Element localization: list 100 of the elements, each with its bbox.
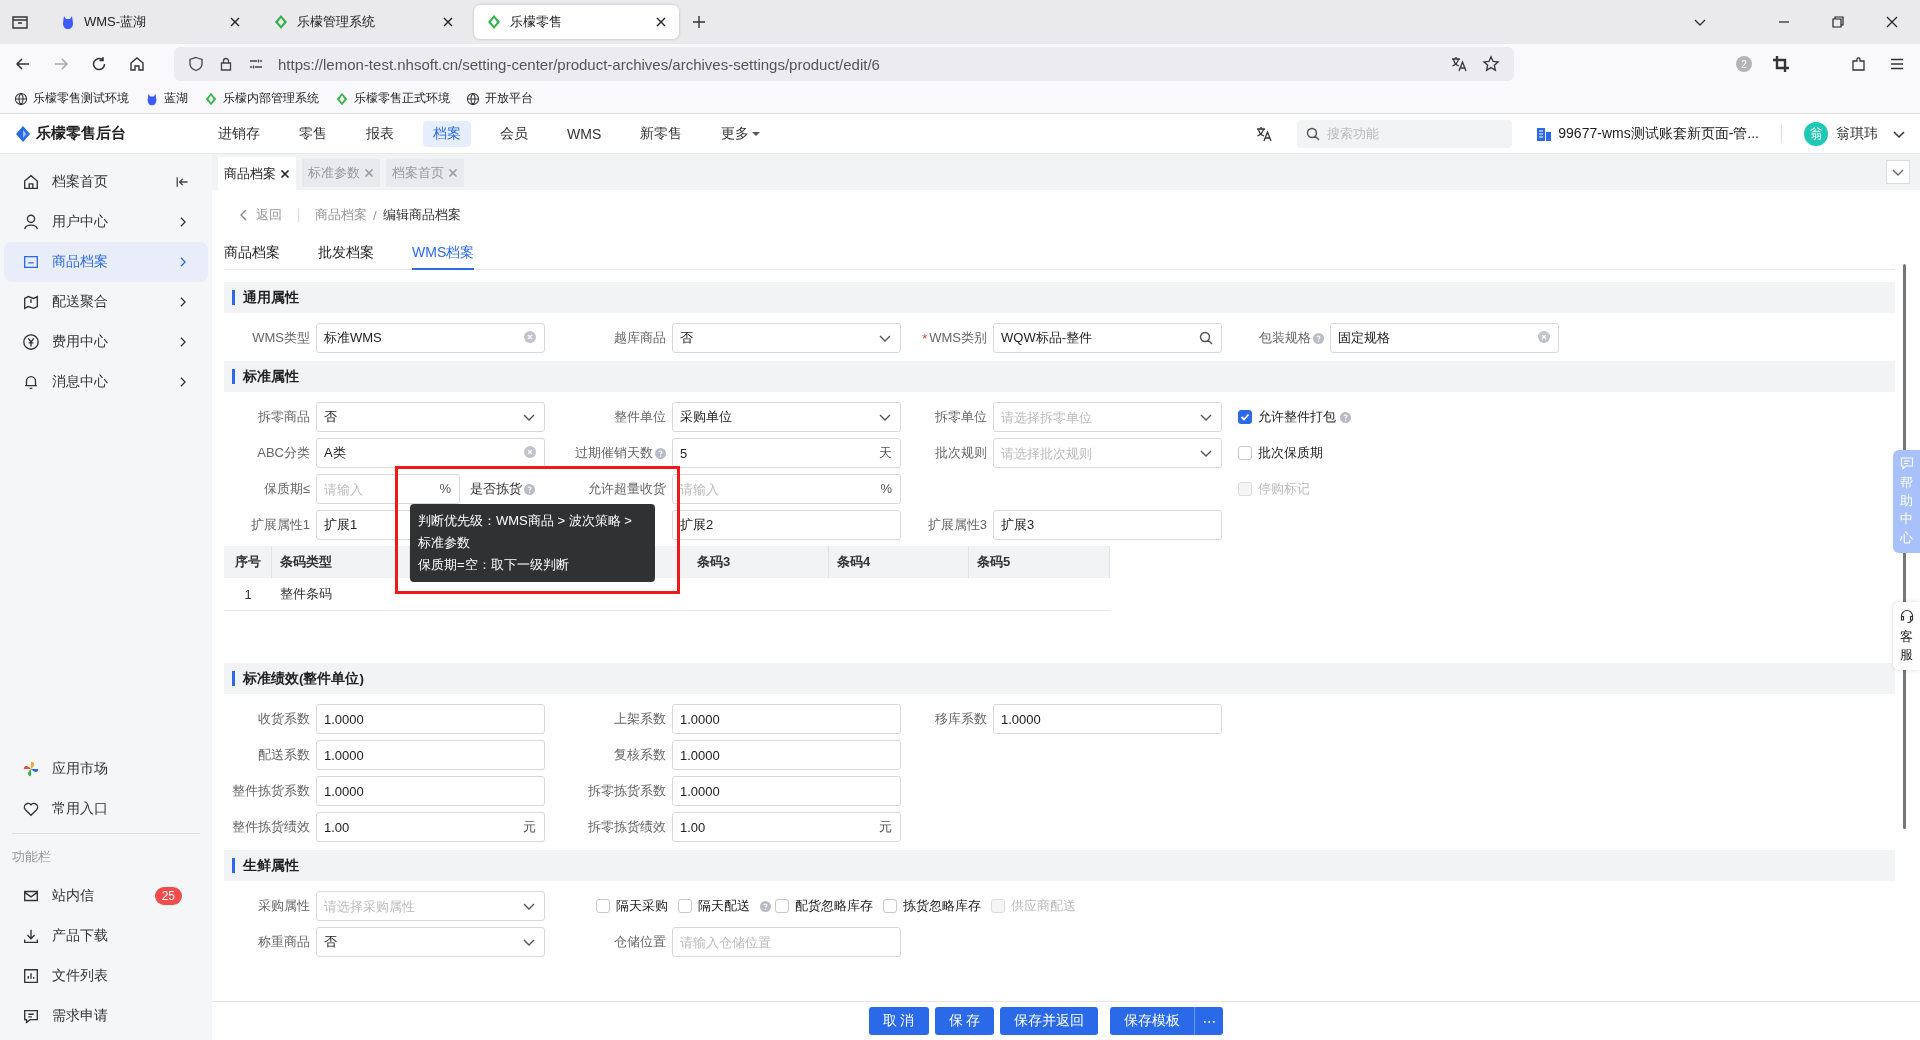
close-icon[interactable] — [229, 16, 241, 28]
input-field[interactable]: 1.0000 — [316, 776, 545, 806]
input-field[interactable]: 1.0000 — [672, 740, 901, 770]
browser-tab[interactable]: 乐檬零售 — [474, 5, 679, 39]
select-field[interactable]: 请选择采购属性 — [316, 891, 545, 921]
input-field[interactable]: 固定规格 — [1330, 323, 1559, 353]
new-tab-icon[interactable] — [691, 14, 707, 30]
input-field[interactable]: A类 — [316, 438, 545, 468]
sidebar-item[interactable]: 常用入口 — [4, 789, 208, 829]
account-switcher[interactable]: 99677-wms测试账套新页面-管... — [1536, 124, 1759, 143]
bookmark[interactable]: 蓝湖 — [145, 90, 188, 107]
address-bar[interactable]: https://lemon-test.nhsoft.cn/setting-center/product-archives/archives-settings/product/edit/6 — [174, 47, 1514, 81]
sidebar-item[interactable]: 需求申请 — [4, 996, 208, 1036]
bookmark[interactable]: 乐檬零售测试环境 — [14, 90, 129, 107]
browser-tab[interactable]: WMS-蓝湖 — [48, 5, 253, 39]
checkbox[interactable]: 配货忽略库存 — [775, 897, 873, 915]
page-tab[interactable]: 商品档案 — [218, 157, 296, 190]
nav-tab[interactable]: 进销存 — [208, 120, 270, 147]
select-field[interactable]: 否 — [672, 323, 901, 353]
checkbox[interactable]: 拣货忽略库存 — [883, 897, 981, 915]
search-field[interactable]: WQW标品-整件 — [993, 323, 1222, 353]
close-icon[interactable] — [655, 16, 667, 28]
input-field[interactable]: 扩展3 — [993, 510, 1222, 540]
globe-icon — [466, 91, 480, 106]
select-field[interactable]: 否 — [316, 927, 545, 957]
puzzle-icon[interactable] — [1850, 55, 1868, 73]
footer-button[interactable]: 保 存 — [934, 1007, 995, 1035]
input-field[interactable]: 1.0000 — [672, 704, 901, 734]
sidebar-item[interactable]: 商品档案 — [4, 242, 208, 282]
input-field[interactable]: 标准WMS — [316, 323, 545, 353]
field-label: 拆零拣货绩效 — [588, 818, 666, 836]
app-logo-text: 乐檬零售后台 — [36, 124, 126, 143]
close-icon[interactable] — [280, 168, 290, 179]
bookmark[interactable]: 乐檬内部管理系统 — [204, 90, 319, 107]
select-field[interactable]: 否 — [316, 402, 545, 432]
user-name[interactable]: 翁琪玮 — [1836, 124, 1878, 143]
translate-icon[interactable] — [1450, 55, 1468, 73]
search-field[interactable]: 搜索功能 — [1297, 119, 1513, 148]
nav-tab[interactable]: 档案 — [423, 120, 471, 147]
leaf-icon — [486, 14, 502, 30]
nav-tab[interactable]: 更多 — [711, 120, 771, 147]
more-button[interactable]: ⋯ — [1194, 1007, 1224, 1035]
input-field[interactable]: 1.0000 — [672, 776, 901, 806]
sidebar-item[interactable]: 费用中心 — [4, 322, 208, 362]
sidebar-item[interactable]: 站内信 25 — [4, 876, 208, 916]
heart-icon — [22, 800, 40, 818]
bookmark[interactable]: 开放平台 — [466, 90, 533, 107]
nav-tab[interactable]: 零售 — [289, 120, 337, 147]
browser-tab[interactable]: 乐檬管理系统 — [261, 5, 466, 39]
customer-service-tab[interactable]: 客服 — [1893, 602, 1920, 671]
field-label: 拆零拣货系数 — [588, 782, 666, 800]
checkbox[interactable]: 批次保质期 — [1238, 444, 1323, 462]
select-field[interactable]: 请选择拆零单位 — [993, 402, 1222, 432]
crop-icon[interactable] — [1772, 55, 1790, 73]
nav-tab[interactable]: WMS — [557, 120, 612, 147]
translate-icon[interactable] — [1255, 124, 1274, 143]
input-field[interactable]: 扩展2 — [672, 510, 901, 540]
collapse-icon[interactable] — [174, 174, 190, 190]
url-text[interactable]: https://lemon-test.nhsoft.cn/setting-center/product-archives/archives-settings/product/edit/6 — [278, 55, 880, 73]
checkbox[interactable]: 允许整件打包 — [1238, 408, 1336, 426]
sidebar-item[interactable]: 产品下载 — [4, 916, 208, 956]
tooltip: 判断优先级：WMS商品 > 波次策略 > 标准参数 保质期=空：取下一级判断 — [410, 504, 655, 582]
star-icon[interactable] — [1482, 55, 1500, 73]
search-icon — [1306, 126, 1321, 141]
sidebar-item[interactable]: 文件列表 — [4, 956, 208, 996]
bookmark[interactable]: 乐檬零售正式环境 — [335, 90, 450, 107]
footer-button[interactable]: 保存并返回 — [1000, 1007, 1099, 1035]
checkbox[interactable]: 隔天采购 — [596, 897, 668, 915]
unit-label: 天 — [879, 445, 892, 461]
tab[interactable]: 商品档案 — [224, 240, 280, 270]
close-icon[interactable] — [1886, 16, 1898, 28]
tab[interactable]: 批发档案 — [318, 240, 374, 270]
save-template-button[interactable]: 保存模板 — [1110, 1007, 1195, 1035]
reload-icon[interactable] — [90, 55, 108, 73]
close-icon[interactable] — [442, 16, 454, 28]
nav-tab[interactable]: 会员 — [490, 120, 538, 147]
checkbox[interactable]: 隔天配送 — [678, 897, 750, 915]
nav-tab[interactable]: 新零售 — [630, 120, 693, 147]
sidebar-item[interactable]: 配送聚合 — [4, 282, 208, 322]
home-icon[interactable] — [128, 55, 146, 73]
pinwheel-icon — [22, 760, 40, 778]
input-field[interactable]: 1.0000 — [316, 704, 545, 734]
input-field[interactable]: 请输入仓储位置 — [672, 927, 901, 957]
column-header: 条码类型 — [272, 546, 410, 578]
select-field[interactable]: 采购单位 — [672, 402, 901, 432]
input-field[interactable]: 1.0000 — [316, 740, 545, 770]
input-field[interactable]: 1.0000 — [993, 704, 1222, 734]
restore-icon[interactable] — [1832, 16, 1844, 28]
lock-icon — [218, 56, 234, 72]
field-label: 过期催销天数 — [575, 444, 653, 462]
footer-button[interactable]: 取 消 — [868, 1007, 929, 1035]
sidebar-item[interactable]: 档案首页 — [4, 162, 208, 202]
tab[interactable]: WMS档案 — [412, 240, 475, 270]
count-badge: 25 — [154, 887, 182, 905]
sidebar-item[interactable]: 应用市场 — [4, 749, 208, 789]
sidebar-item[interactable]: 消息中心 — [4, 362, 208, 402]
sidebar-item[interactable]: 用户中心 — [4, 202, 208, 242]
select-field[interactable]: 请选择批次规则 — [993, 438, 1222, 468]
nav-tab[interactable]: 报表 — [356, 120, 404, 147]
search-icon[interactable] — [1199, 331, 1213, 345]
